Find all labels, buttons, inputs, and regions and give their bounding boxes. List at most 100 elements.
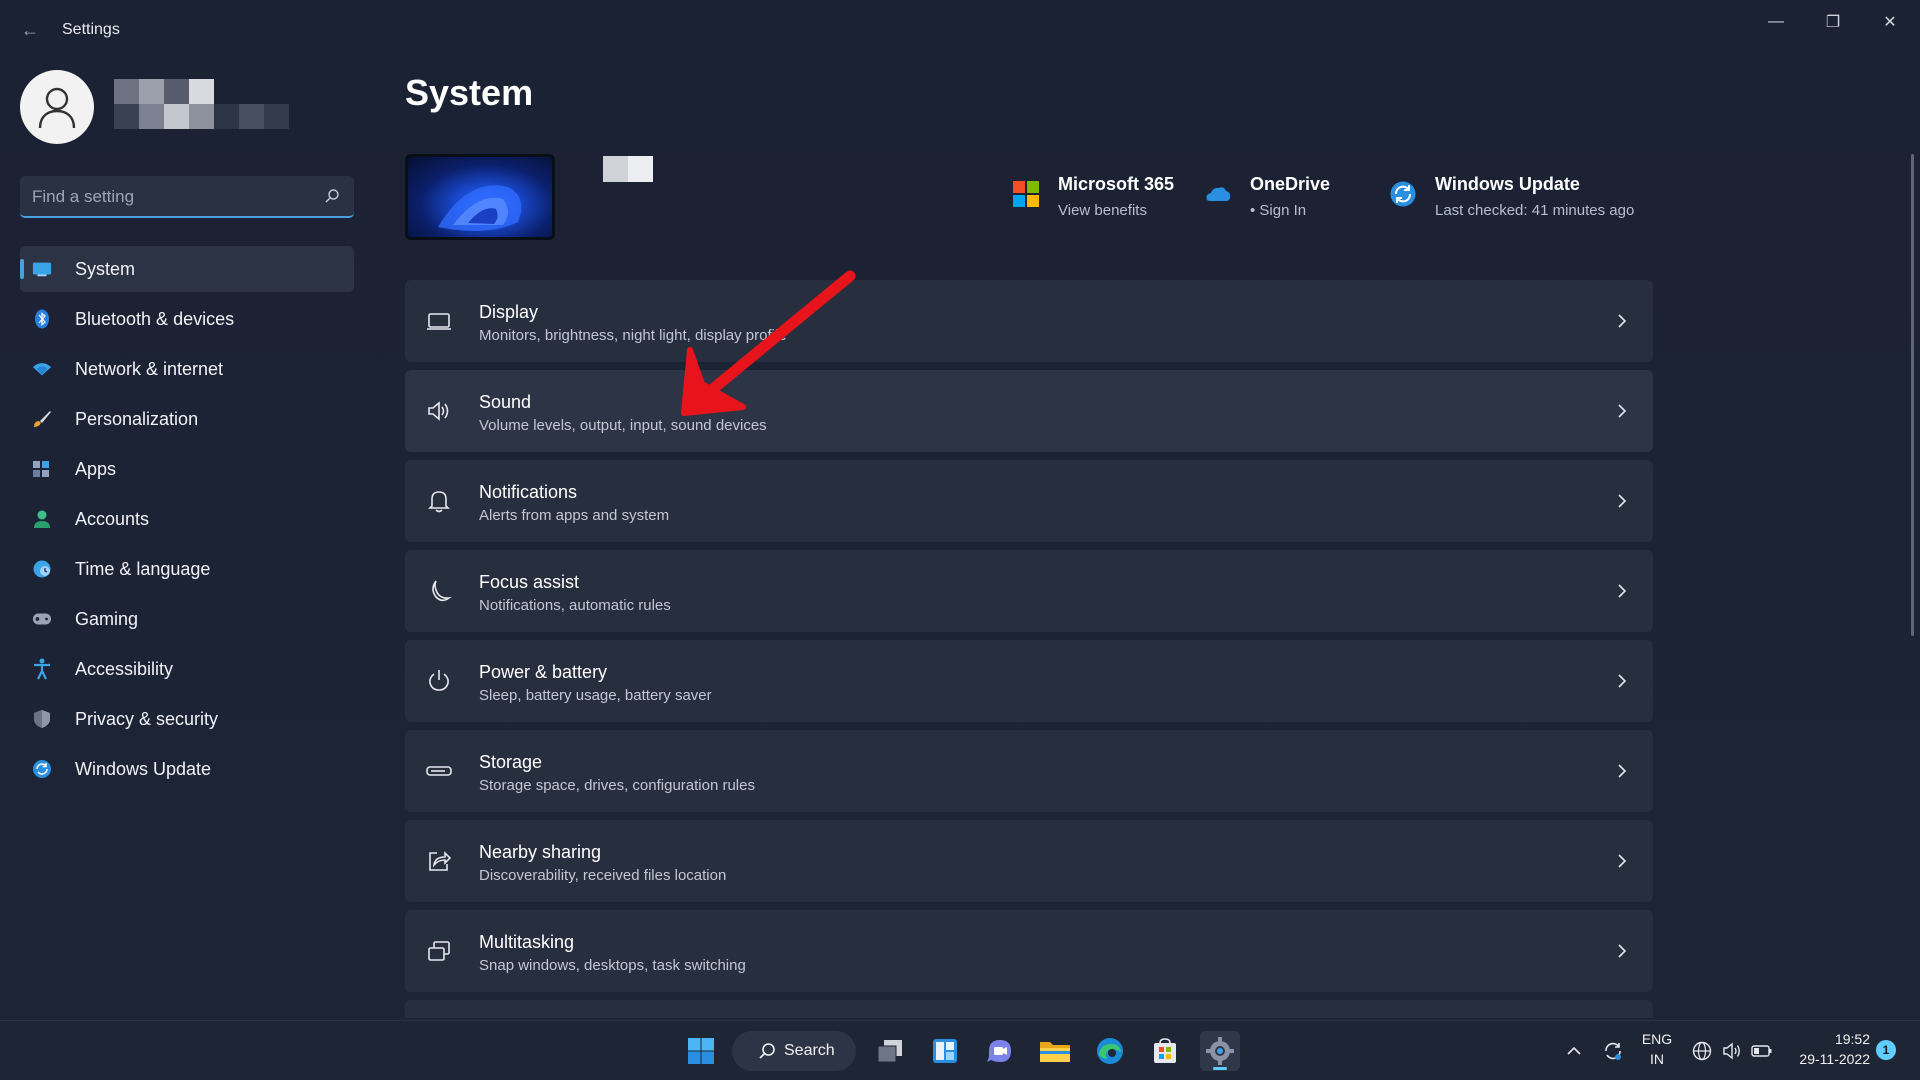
network-tray-button[interactable] [1688, 1031, 1716, 1071]
language-indicator-line1[interactable]: ENG [1640, 1031, 1674, 1047]
search-box[interactable] [20, 176, 354, 218]
sidebar-item-network[interactable]: Network & internet [20, 346, 354, 392]
profile-name-redacted [114, 79, 294, 129]
sidebar-item-time-language[interactable]: Time & language [20, 546, 354, 592]
chevron-right-icon [1618, 404, 1627, 418]
task-view-button[interactable] [870, 1031, 910, 1071]
laptop-icon [427, 313, 451, 330]
sidebar-item-accessibility[interactable]: Accessibility [20, 646, 354, 692]
shield-icon [32, 709, 52, 729]
bell-icon [428, 491, 450, 513]
sidebar-item-label: Gaming [75, 608, 139, 629]
sidebar-item-label: System [75, 258, 136, 279]
sidebar-item-gaming[interactable]: Gaming [20, 596, 354, 642]
restore-button[interactable]: ❐ [1805, 4, 1861, 40]
sidebar-item-label: Accessibility [75, 658, 174, 679]
chevron-right-icon [1618, 854, 1627, 868]
widgets-icon [933, 1039, 957, 1063]
card-title: Multitasking [479, 932, 575, 952]
card-storage[interactable]: Storage Storage space, drives, configura… [405, 730, 1653, 812]
system-icon [32, 259, 52, 279]
tray-overflow-button[interactable] [1562, 1031, 1586, 1071]
card-focus-assist[interactable]: Focus assist Notifications, automatic ru… [405, 550, 1653, 632]
file-explorer-button[interactable] [1035, 1031, 1075, 1071]
settings-app-button[interactable] [1200, 1031, 1240, 1071]
sidebar-item-label: Privacy & security [75, 708, 219, 729]
bluetooth-icon [32, 309, 52, 329]
store-icon [1154, 1038, 1176, 1063]
avatar[interactable] [20, 70, 94, 144]
sidebar-item-personalization[interactable]: Personalization [20, 396, 354, 442]
microsoft-logo-icon [1013, 181, 1039, 207]
globe-icon [1692, 1041, 1712, 1061]
sidebar-item-system[interactable]: System [20, 246, 354, 292]
chevron-up-icon [1567, 1046, 1581, 1055]
card-subtitle: Alerts from apps and system [479, 507, 670, 524]
close-button[interactable]: ✕ [1862, 4, 1918, 40]
annotation-arrow-icon [681, 270, 856, 416]
taskbar: Search ENG IN 19:52 29-11-2022 [0, 1020, 1920, 1080]
sidebar-item-windows-update[interactable]: Windows Update [20, 746, 354, 792]
title-bar: ← Settings — ❐ ✕ [0, 0, 1920, 62]
folder-icon [1040, 1042, 1070, 1062]
tray-sync-button[interactable] [1598, 1031, 1628, 1071]
card-title: Focus assist [479, 572, 580, 592]
clock-time[interactable]: 19:52 [1790, 1031, 1870, 1047]
sidebar-item-label: Apps [75, 458, 117, 479]
sidebar-item-privacy-security[interactable]: Privacy & security [20, 696, 354, 742]
card-title: Sound [479, 392, 532, 412]
share-icon [429, 851, 452, 871]
back-arrow-icon[interactable]: ← [18, 18, 42, 42]
card-multitasking[interactable]: Multitasking Snap windows, desktops, tas… [405, 910, 1653, 992]
chat-button[interactable] [980, 1031, 1020, 1071]
card-sound[interactable]: Sound Volume levels, output, input, soun… [405, 370, 1653, 452]
page-title: System [405, 72, 534, 113]
sidebar-item-apps[interactable]: Apps [20, 446, 354, 492]
quick-link-title: OneDrive [1250, 174, 1331, 194]
card-partial[interactable] [405, 1000, 1653, 1018]
card-nearby-sharing[interactable]: Nearby sharing Discoverability, received… [405, 820, 1653, 902]
power-icon [429, 670, 449, 691]
sidebar-item-label: Windows Update [75, 758, 212, 779]
chevron-right-icon [1618, 764, 1627, 778]
wifi-icon [32, 359, 52, 379]
battery-icon [1751, 1045, 1772, 1057]
volume-tray-button[interactable] [1718, 1031, 1746, 1071]
onedrive-cloud-icon [1206, 187, 1231, 201]
sidebar-item-label: Time & language [75, 558, 211, 579]
app-title: Settings [62, 21, 120, 38]
brush-icon [32, 409, 52, 429]
search-input[interactable] [32, 186, 312, 208]
edge-browser-button[interactable] [1090, 1031, 1130, 1071]
sidebar-item-bluetooth[interactable]: Bluetooth & devices [20, 296, 354, 342]
device-wallpaper-thumbnail[interactable] [405, 154, 555, 240]
windows-logo-icon [688, 1038, 714, 1064]
chevron-right-icon [1618, 584, 1627, 598]
taskbar-search-button[interactable]: Search [732, 1031, 856, 1071]
card-display[interactable]: Display Monitors, brightness, night ligh… [405, 280, 1653, 362]
card-notifications[interactable]: Notifications Alerts from apps and syste… [405, 460, 1653, 542]
device-name-redacted[interactable] [603, 156, 653, 182]
card-subtitle: Sleep, battery usage, battery saver [479, 687, 712, 704]
card-subtitle: Storage space, drives, configuration rul… [479, 777, 755, 794]
sidebar-item-label: Accounts [75, 508, 150, 529]
battery-tray-button[interactable] [1748, 1031, 1776, 1071]
store-button[interactable] [1145, 1031, 1185, 1071]
accessibility-icon [32, 658, 52, 680]
chat-icon [987, 1040, 1011, 1062]
clock-date[interactable]: 29-11-2022 [1782, 1051, 1870, 1067]
sidebar-item-accounts[interactable]: Accounts [20, 496, 354, 542]
start-button[interactable] [681, 1031, 721, 1071]
search-icon[interactable] [324, 188, 340, 204]
scrollbar[interactable] [1911, 154, 1914, 636]
chevron-right-icon [1618, 944, 1627, 958]
widgets-button[interactable] [925, 1031, 965, 1071]
card-power-battery[interactable]: Power & battery Sleep, battery usage, ba… [405, 640, 1653, 722]
notification-badge[interactable]: 1 [1876, 1040, 1896, 1060]
task-view-icon [877, 1040, 902, 1063]
person-icon [38, 87, 76, 129]
minimize-button[interactable]: — [1748, 4, 1804, 40]
language-indicator-line2[interactable]: IN [1640, 1051, 1674, 1067]
chevron-right-icon [1618, 314, 1627, 328]
quick-link-subtitle: • Sign In [1250, 202, 1307, 219]
